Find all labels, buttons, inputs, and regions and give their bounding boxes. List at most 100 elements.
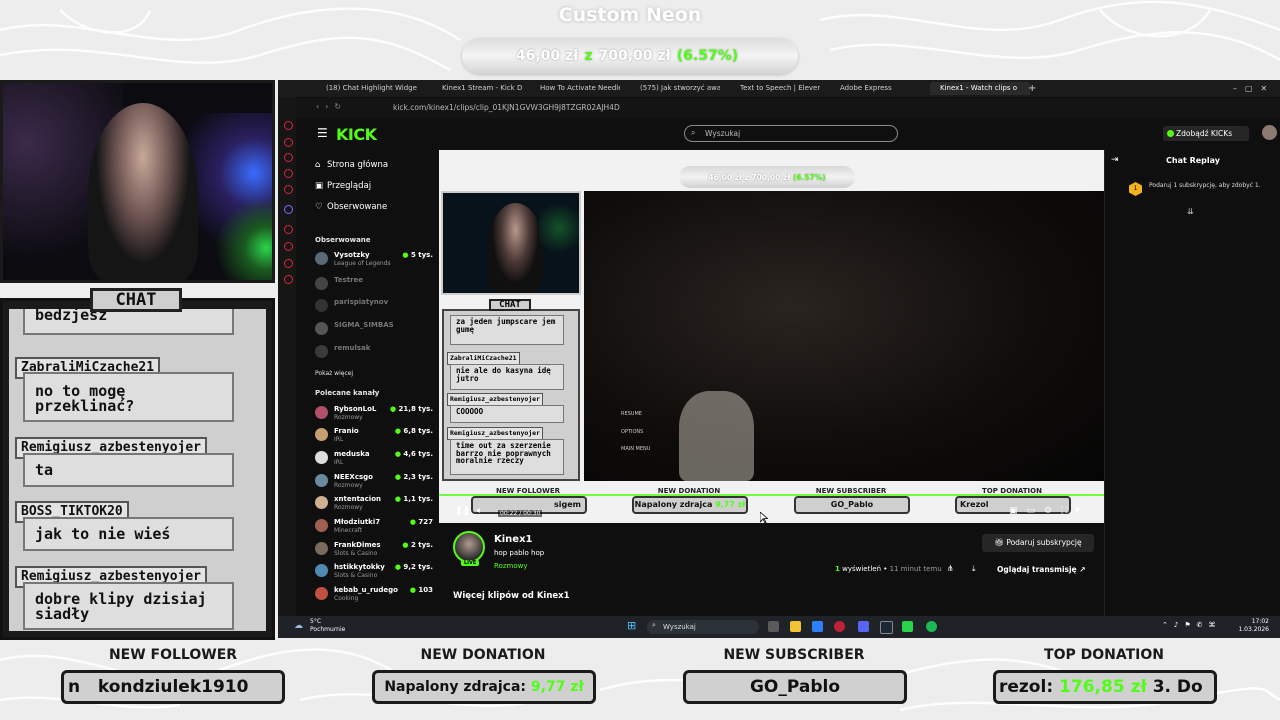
system-tray-icons[interactable]: ⌃♪⚑✆⌘ — [1162, 621, 1221, 629]
app-icon[interactable] — [902, 621, 913, 632]
video-player[interactable]: 46,00 zł z 700,00 zł (6.57%) RESUME OPTI… — [439, 150, 1104, 523]
followed-section-title: Obserwowane — [315, 236, 371, 244]
url-field[interactable]: kick.com/kinex1/clips/clip_01KJN1GVW3GH9… — [393, 103, 620, 112]
spotify-icon[interactable] — [926, 621, 937, 632]
opera-icon[interactable] — [834, 621, 845, 632]
avatar[interactable] — [1262, 125, 1277, 140]
browser-sidebar — [278, 97, 296, 638]
recommended-section-title: Polecane kanały — [315, 389, 380, 397]
volume-icon[interactable]: 🔈︎ — [477, 506, 482, 516]
taskbar-clock[interactable]: 17:02 1.03.2026 — [1238, 618, 1269, 634]
recommended-channel[interactable]: FrankDimes Slots & Casino ● 2 tys. — [315, 541, 433, 559]
kicks-icon — [1167, 130, 1174, 137]
recommended-channel[interactable]: meduska IRL ● 4,6 tys. — [315, 450, 433, 468]
streamer-name[interactable]: Kinex1 — [494, 534, 533, 545]
task-view-icon[interactable] — [768, 621, 779, 632]
player-goal-bar: 46,00 zł z 700,00 zł (6.57%) — [679, 166, 855, 188]
followed-channel[interactable]: remulsak — [315, 344, 433, 362]
live-badge: LIVE — [461, 560, 480, 566]
kick-logo[interactable]: KICK — [336, 125, 377, 144]
pause-icon[interactable]: ❚❚ — [455, 506, 470, 516]
chat-overlay: bedzjesz ZabraliMiCzache21 no to mogę pr… — [0, 298, 275, 640]
store-icon[interactable] — [812, 621, 823, 632]
file-explorer-icon[interactable] — [790, 621, 801, 632]
browser-tab[interactable]: (575) Jak stworzyć awat — [640, 82, 720, 95]
bottom-label-donation: NEW DONATION — [420, 647, 546, 663]
recommended-channel[interactable]: kebab_u_rudego Cooking ● 103 — [315, 586, 433, 604]
search-input[interactable]: Wyszukaj — [684, 125, 898, 142]
followed-channel[interactable]: Vysotzky League of Legends ● 5 tys. — [315, 251, 433, 269]
chat-replay-panel: ⇥ Chat Replay 1 Podaruj 1 subskrypcję, a… — [1104, 150, 1280, 618]
bottom-label-subscriber: NEW SUBSCRIBER — [723, 647, 865, 663]
nav-home[interactable]: ⌂ Strona główna — [315, 160, 388, 170]
chat-message: COOOOO — [450, 405, 564, 423]
streamer-avatar[interactable] — [453, 531, 485, 563]
weather-widget[interactable]: 5°C Pochmurnie — [310, 618, 345, 634]
browser-tab-active[interactable]: Kinex1 - Watch clips o — [930, 82, 1030, 95]
goal-percent: (6.57%) — [676, 48, 739, 64]
nav-arrows-icon[interactable]: ‹›↻ — [316, 102, 347, 111]
player-chat-tag: CHAT — [489, 299, 531, 311]
followed-channel[interactable]: SIGMA_SIMBAS — [315, 321, 433, 339]
player-settings-icons[interactable]: ▣▭⚙⛶ — [1009, 506, 1076, 516]
chat-replay-title: Chat Replay — [1166, 156, 1220, 165]
menu-icon[interactable]: ☰ — [317, 126, 328, 140]
clip-views: 1 wyświetleń • 11 minut temu — [835, 565, 942, 573]
recommended-channel[interactable]: RybsonLoL Rozmowy ● 21,8 tys. — [315, 405, 433, 423]
bottom-label-follower: NEW FOLLOWER — [108, 647, 238, 663]
next-icon[interactable]: ⏵ — [1075, 505, 1080, 516]
streamer-person — [88, 103, 198, 280]
chat-message: ta — [23, 453, 234, 487]
mouse-cursor-icon — [760, 512, 768, 524]
browser-tab[interactable]: Kinex1 Stream - Kick Da — [442, 82, 522, 95]
browser-tab[interactable]: Adobe Express — [840, 82, 920, 95]
nav-following[interactable]: ♡ Obserwowane — [315, 202, 387, 212]
game-menu-resume: RESUME — [621, 411, 642, 417]
new-tab-icon[interactable]: + — [1028, 82, 1040, 95]
show-more-link[interactable]: Pokaż więcej — [315, 370, 353, 377]
player-time: 00:22 / 00:30 — [498, 510, 543, 517]
address-bar: ‹›↻ kick.com/kinex1/clips/clip_01KJN1GVW… — [278, 98, 1280, 118]
bottom-box-follower: n kondziulek1910 — [61, 670, 285, 704]
bottom-box-subscriber: GO_Pablo — [683, 670, 907, 704]
webcam-feed — [0, 80, 275, 283]
browser-tab[interactable]: (18) Chat Highlight Widge — [326, 82, 421, 95]
recommended-channel[interactable]: hstikkytokky Slots & Casino ● 9,2 tys. — [315, 563, 433, 581]
recommended-channel[interactable]: xntentacion Rozmowy ● 1,1 tys. — [315, 495, 433, 513]
window-controls[interactable]: –▢✕ — [1233, 82, 1273, 95]
tab-bar: (18) Chat Highlight Widge Kinex1 Stream … — [278, 80, 1280, 97]
scroll-down-icon[interactable]: ⇊ — [1187, 207, 1194, 216]
taskbar-search[interactable]: Wyszukaj — [647, 620, 759, 634]
sub-gift-badge-icon: 1 — [1129, 182, 1142, 196]
browser-tab[interactable]: Text to Speech | ElevenL — [740, 82, 820, 95]
player-controls: ❚❚ 🔈︎ 00:22 / 00:30 ▣▭⚙⛶ ⏵ — [439, 503, 1104, 523]
bottom-box-top-donation: rezol: 176,85 zł 3. Do — [993, 670, 1217, 704]
gift-sub-button[interactable]: 🎁︎ Podaruj subskrypcję — [982, 534, 1094, 552]
gift-icon: 🎁︎ — [994, 538, 1004, 547]
discord-icon[interactable] — [858, 621, 869, 632]
weather-icon: ☁ — [294, 621, 303, 631]
get-kicks-button[interactable]: Zdobądź KICKs — [1163, 126, 1249, 141]
bottom-box-donation: Napalony zdrajca: 9,77 zł — [372, 670, 596, 704]
chat-message: za jeden jumpscare jem gumę — [450, 315, 564, 345]
chat-tag: CHAT — [90, 288, 182, 312]
bottom-label-top-donation: TOP DONATION — [1044, 647, 1164, 663]
recommended-channel[interactable]: Franio IRL ● 6,8 tys. — [315, 427, 433, 445]
steam-icon[interactable] — [880, 621, 893, 634]
watch-stream-button[interactable]: Oglądaj transmisję ↗ — [997, 565, 1086, 574]
chat-message: time out za szerzenie barrzo nie poprawn… — [450, 439, 564, 475]
search-icon: ⌕ — [652, 621, 656, 629]
followed-channel[interactable]: parispiatynov — [315, 298, 433, 316]
recommended-channel[interactable]: NEEXcsgo Rozmowy ● 2,3 tys. — [315, 473, 433, 491]
share-icon[interactable]: ⋔ — [947, 564, 954, 573]
followed-channel[interactable]: Testree — [315, 276, 433, 294]
browser-tab[interactable]: How To Activate Needle — [540, 82, 620, 95]
stream-category[interactable]: Rozmowy — [494, 562, 527, 570]
download-icon[interactable]: ⤓ — [972, 564, 976, 574]
player-webcam — [441, 191, 581, 295]
chat-message: jak to nie wieś — [23, 517, 234, 551]
nav-browse[interactable]: ▣ Przeglądaj — [315, 181, 371, 191]
game-menu-main: MAIN MENU — [621, 446, 651, 452]
windows-start-icon[interactable]: ⊞ — [627, 619, 636, 632]
recommended-channel[interactable]: Młodziutki7 Minecraft ● 727 — [315, 518, 433, 536]
